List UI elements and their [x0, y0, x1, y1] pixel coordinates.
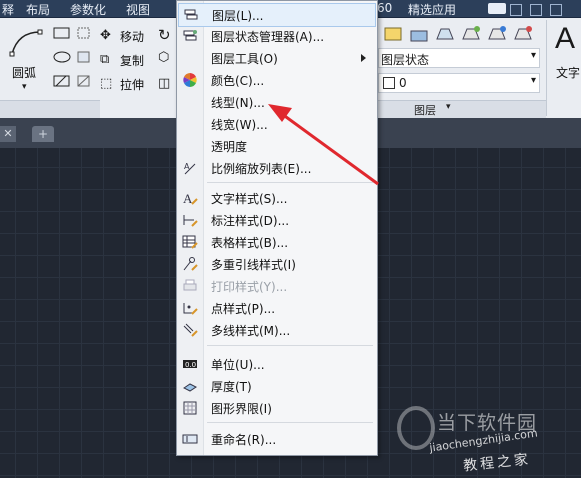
annotation-arrow: [268, 104, 379, 186]
